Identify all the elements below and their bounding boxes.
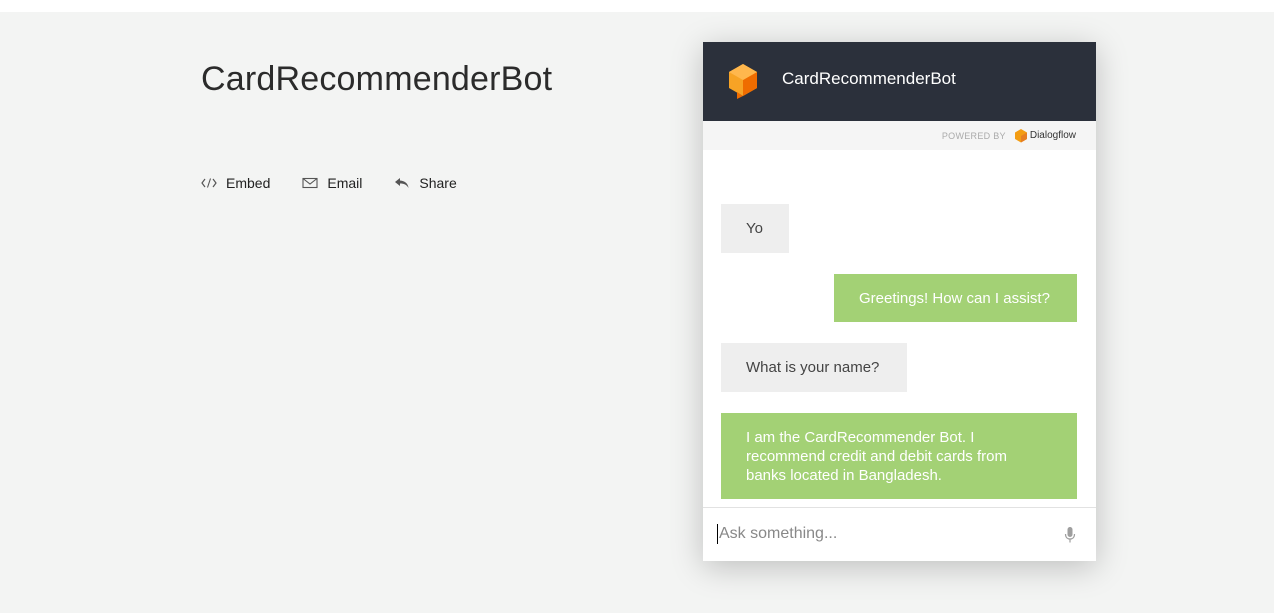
share-actions: Embed Email Share bbox=[201, 175, 489, 191]
chat-title: CardRecommenderBot bbox=[782, 69, 956, 88]
dialogflow-logo-icon bbox=[729, 64, 757, 99]
message-user: Yo bbox=[721, 204, 789, 253]
message-text: Greetings! How can I assist? bbox=[859, 289, 1050, 307]
dialogflow-small-icon bbox=[1014, 128, 1027, 142]
dialogflow-brand-link[interactable]: Dialogflow bbox=[1014, 128, 1076, 143]
dialogflow-brand-label: Dialogflow bbox=[1029, 130, 1076, 141]
powered-by-bar: POWERED BY Dialogflow bbox=[703, 121, 1096, 150]
email-button[interactable]: Email bbox=[302, 175, 362, 191]
message-bot: Greetings! How can I assist? bbox=[834, 274, 1077, 322]
chat-widget: CardRecommenderBot POWERED BY Dialogflow… bbox=[703, 42, 1096, 561]
share-label: Share bbox=[419, 175, 457, 191]
powered-by-label: POWERED BY bbox=[941, 130, 1006, 141]
message-list: Yo Greetings! How can I assist? What is … bbox=[703, 150, 1096, 507]
reply-arrow-icon bbox=[394, 177, 410, 189]
message-text: I am the CardRecommender Bot. I recommen… bbox=[746, 428, 1007, 484]
embed-label: Embed bbox=[226, 175, 271, 191]
email-label: Email bbox=[327, 175, 363, 191]
chat-input[interactable] bbox=[717, 524, 1041, 544]
share-button[interactable]: Share bbox=[394, 175, 457, 191]
code-icon bbox=[201, 177, 217, 189]
chat-input-row bbox=[703, 507, 1096, 561]
message-text: What is your name? bbox=[746, 359, 880, 376]
envelope-icon bbox=[302, 177, 318, 189]
top-bar bbox=[0, 0, 1274, 12]
embed-button[interactable]: Embed bbox=[201, 175, 270, 191]
message-bot: I am the CardRecommender Bot. I recommen… bbox=[721, 413, 1077, 499]
page-title: CardRecommenderBot bbox=[201, 60, 553, 98]
message-text: Yo bbox=[746, 220, 763, 237]
message-user: What is your name? bbox=[721, 343, 907, 392]
chat-header: CardRecommenderBot bbox=[703, 42, 1096, 121]
microphone-icon[interactable] bbox=[1064, 526, 1076, 544]
